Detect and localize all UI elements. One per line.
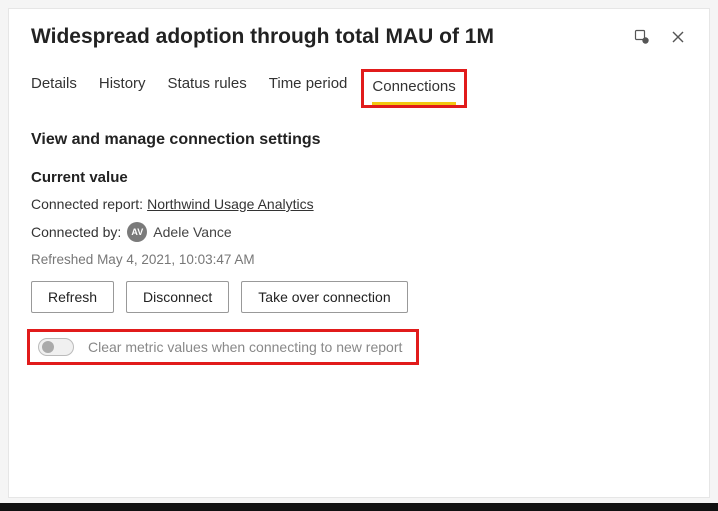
- refresh-button[interactable]: Refresh: [31, 281, 114, 313]
- details-panel: Widespread adoption through total MAU of…: [8, 8, 710, 498]
- tab-bar: Details History Status rules Time period…: [9, 57, 709, 109]
- close-icon[interactable]: [669, 28, 687, 46]
- take-over-button[interactable]: Take over connection: [241, 281, 407, 313]
- highlight-toggle-row: Clear metric values when connecting to n…: [27, 329, 419, 365]
- clear-values-toggle-label: Clear metric values when connecting to n…: [88, 339, 402, 355]
- connected-report-label: Connected report:: [31, 196, 143, 212]
- panel-title: Widespread adoption through total MAU of…: [31, 25, 633, 49]
- header-actions: [633, 28, 687, 46]
- connected-by-row: Connected by: AV Adele Vance: [31, 222, 687, 242]
- clear-values-toggle[interactable]: [38, 338, 74, 356]
- open-external-icon[interactable]: [633, 28, 651, 46]
- tab-time-period[interactable]: Time period: [269, 69, 348, 108]
- current-value-label: Current value: [31, 169, 687, 186]
- tab-connections[interactable]: Connections: [372, 72, 455, 105]
- tab-details[interactable]: Details: [31, 69, 77, 108]
- highlight-connections-tab: Connections: [361, 69, 466, 108]
- button-row: Refresh Disconnect Take over connection: [31, 281, 687, 313]
- connected-report-row: Connected report: Northwind Usage Analyt…: [31, 196, 687, 212]
- active-tab-underline: [372, 102, 455, 105]
- connected-by-label: Connected by:: [31, 224, 121, 240]
- bottom-edge: [0, 503, 718, 511]
- avatar: AV: [127, 222, 147, 242]
- refreshed-row: Refreshed May 4, 2021, 10:03:47 AM: [31, 252, 687, 267]
- connected-report-link[interactable]: Northwind Usage Analytics: [147, 196, 314, 212]
- refreshed-label: Refreshed: [31, 252, 93, 267]
- connections-section: View and manage connection settings Curr…: [9, 109, 709, 365]
- refreshed-value: May 4, 2021, 10:03:47 AM: [97, 252, 255, 267]
- tab-status-rules[interactable]: Status rules: [168, 69, 247, 108]
- panel-header: Widespread adoption through total MAU of…: [9, 9, 709, 57]
- section-title: View and manage connection settings: [31, 131, 687, 149]
- tab-connections-label: Connections: [372, 78, 455, 95]
- disconnect-button[interactable]: Disconnect: [126, 281, 229, 313]
- toggle-knob: [42, 341, 54, 353]
- tab-history[interactable]: History: [99, 69, 146, 108]
- connected-by-name: Adele Vance: [153, 224, 231, 240]
